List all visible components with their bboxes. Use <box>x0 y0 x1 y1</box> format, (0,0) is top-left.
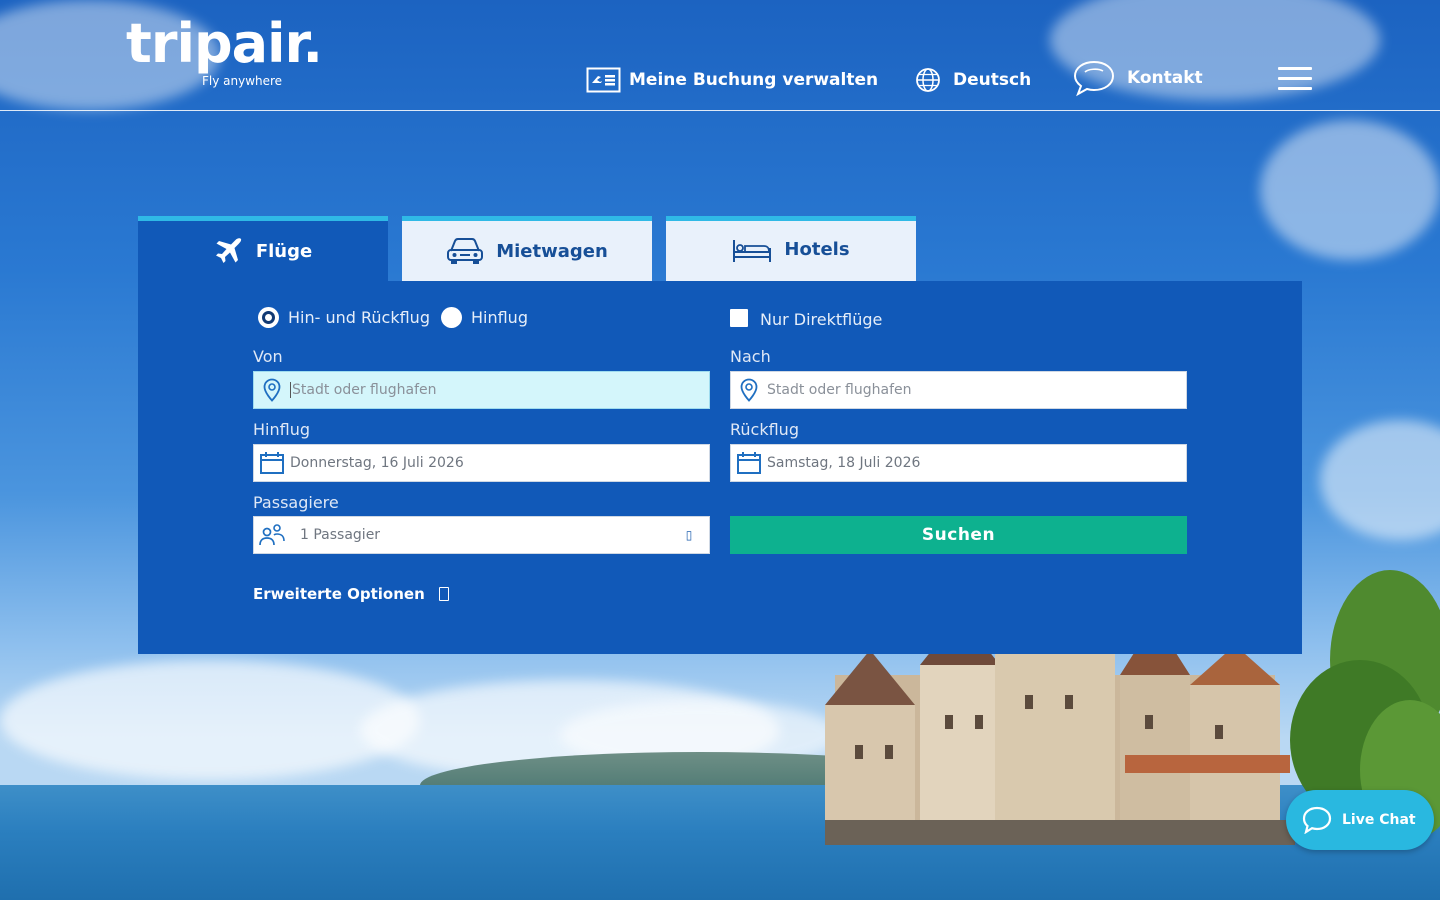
language-label: Deutsch <box>953 70 1032 90</box>
cloud <box>1260 120 1440 260</box>
tab-flights-label: Flüge <box>255 240 313 262</box>
from-placeholder: Stadt oder flughafen <box>292 382 437 398</box>
tab-hotels-label: Hotels <box>784 238 850 260</box>
manage-booking-link[interactable]: Meine Buchung verwalten <box>586 62 878 98</box>
to-input[interactable]: Stadt oder flughafen <box>767 382 1186 398</box>
from-input[interactable]: Stadt oder flughafen <box>290 382 709 398</box>
flight-search-form: Hin- und Rückflug Hinflug Nur Direktflüg… <box>138 281 1302 654</box>
expand-icon <box>438 587 449 601</box>
tripair-logo[interactable]: tripair. Fly anywhere <box>126 12 323 89</box>
ticket-icon <box>586 67 621 93</box>
contact-link[interactable]: Kontakt <box>1073 60 1203 97</box>
logo-tagline: Fly anywhere <box>202 74 283 88</box>
speech-bubble-icon <box>1073 60 1115 97</box>
tab-hotels[interactable]: Hotels <box>666 216 916 281</box>
round-trip-label: Hin- und Rückflug <box>288 308 430 327</box>
advanced-options-label: Erweiterte Optionen <box>253 585 425 603</box>
dropdown-arrow-icon: ▯ <box>685 528 693 542</box>
round-trip-radio[interactable] <box>258 307 279 328</box>
advanced-options-toggle[interactable]: Erweiterte Optionen <box>253 585 449 603</box>
depart-date-field[interactable]: Donnerstag, 16 Juli 2026 <box>253 444 710 482</box>
to-field[interactable]: Stadt oder flughafen <box>730 371 1187 409</box>
trip-type-group: Hin- und Rückflug Hinflug <box>258 307 528 328</box>
cloud <box>0 660 420 780</box>
contact-label: Kontakt <box>1127 68 1203 88</box>
manage-booking-label: Meine Buchung verwalten <box>629 70 879 90</box>
calendar-icon <box>731 451 767 475</box>
from-label: Von <box>253 347 283 366</box>
depart-date-value: Donnerstag, 16 Juli 2026 <box>290 455 464 471</box>
location-pin-icon <box>731 378 767 402</box>
return-label: Rückflug <box>730 420 799 439</box>
live-chat-button[interactable]: Live Chat <box>1286 790 1434 850</box>
tab-flights[interactable]: Flüge <box>138 216 388 281</box>
to-placeholder: Stadt oder flughafen <box>767 382 912 398</box>
return-date-field[interactable]: Samstag, 18 Juli 2026 <box>730 444 1187 482</box>
tab-car-rental-label: Mietwagen <box>496 240 608 262</box>
calendar-icon <box>254 451 290 475</box>
search-button[interactable]: Suchen <box>730 516 1187 554</box>
passengers-icon <box>254 523 290 547</box>
direct-flights-label: Nur Direktflüge <box>760 310 883 329</box>
tab-car-rental[interactable]: Mietwagen <box>402 216 652 281</box>
one-way-radio[interactable] <box>440 307 462 328</box>
direct-flights-checkbox[interactable] <box>730 308 748 327</box>
live-chat-label: Live Chat <box>1342 812 1416 828</box>
car-icon <box>447 238 484 264</box>
location-pin-icon <box>254 378 290 402</box>
depart-label: Hinflug <box>253 420 310 439</box>
airplane-icon <box>215 238 241 263</box>
logo-wordmark: tripair. <box>126 12 323 75</box>
passengers-label: Passagiere <box>253 493 339 512</box>
direct-flights-option: Nur Direktflüge <box>730 306 882 329</box>
one-way-label: Hinflug <box>470 308 528 327</box>
passengers-value: 1 Passagier <box>300 527 381 543</box>
passengers-select[interactable]: 1 Passagier ▯ <box>253 516 710 554</box>
return-date-value: Samstag, 18 Juli 2026 <box>767 455 921 471</box>
chat-bubble-icon <box>1302 806 1332 834</box>
bed-icon <box>733 240 772 262</box>
globe-icon <box>916 68 940 92</box>
to-label: Nach <box>730 347 771 366</box>
language-selector[interactable]: Deutsch <box>915 62 1031 98</box>
site-header: tripair. Fly anywhere Meine Buchung verw… <box>0 0 1440 111</box>
hamburger-menu-icon[interactable] <box>1278 67 1312 91</box>
from-field[interactable]: Stadt oder flughafen <box>253 371 710 409</box>
